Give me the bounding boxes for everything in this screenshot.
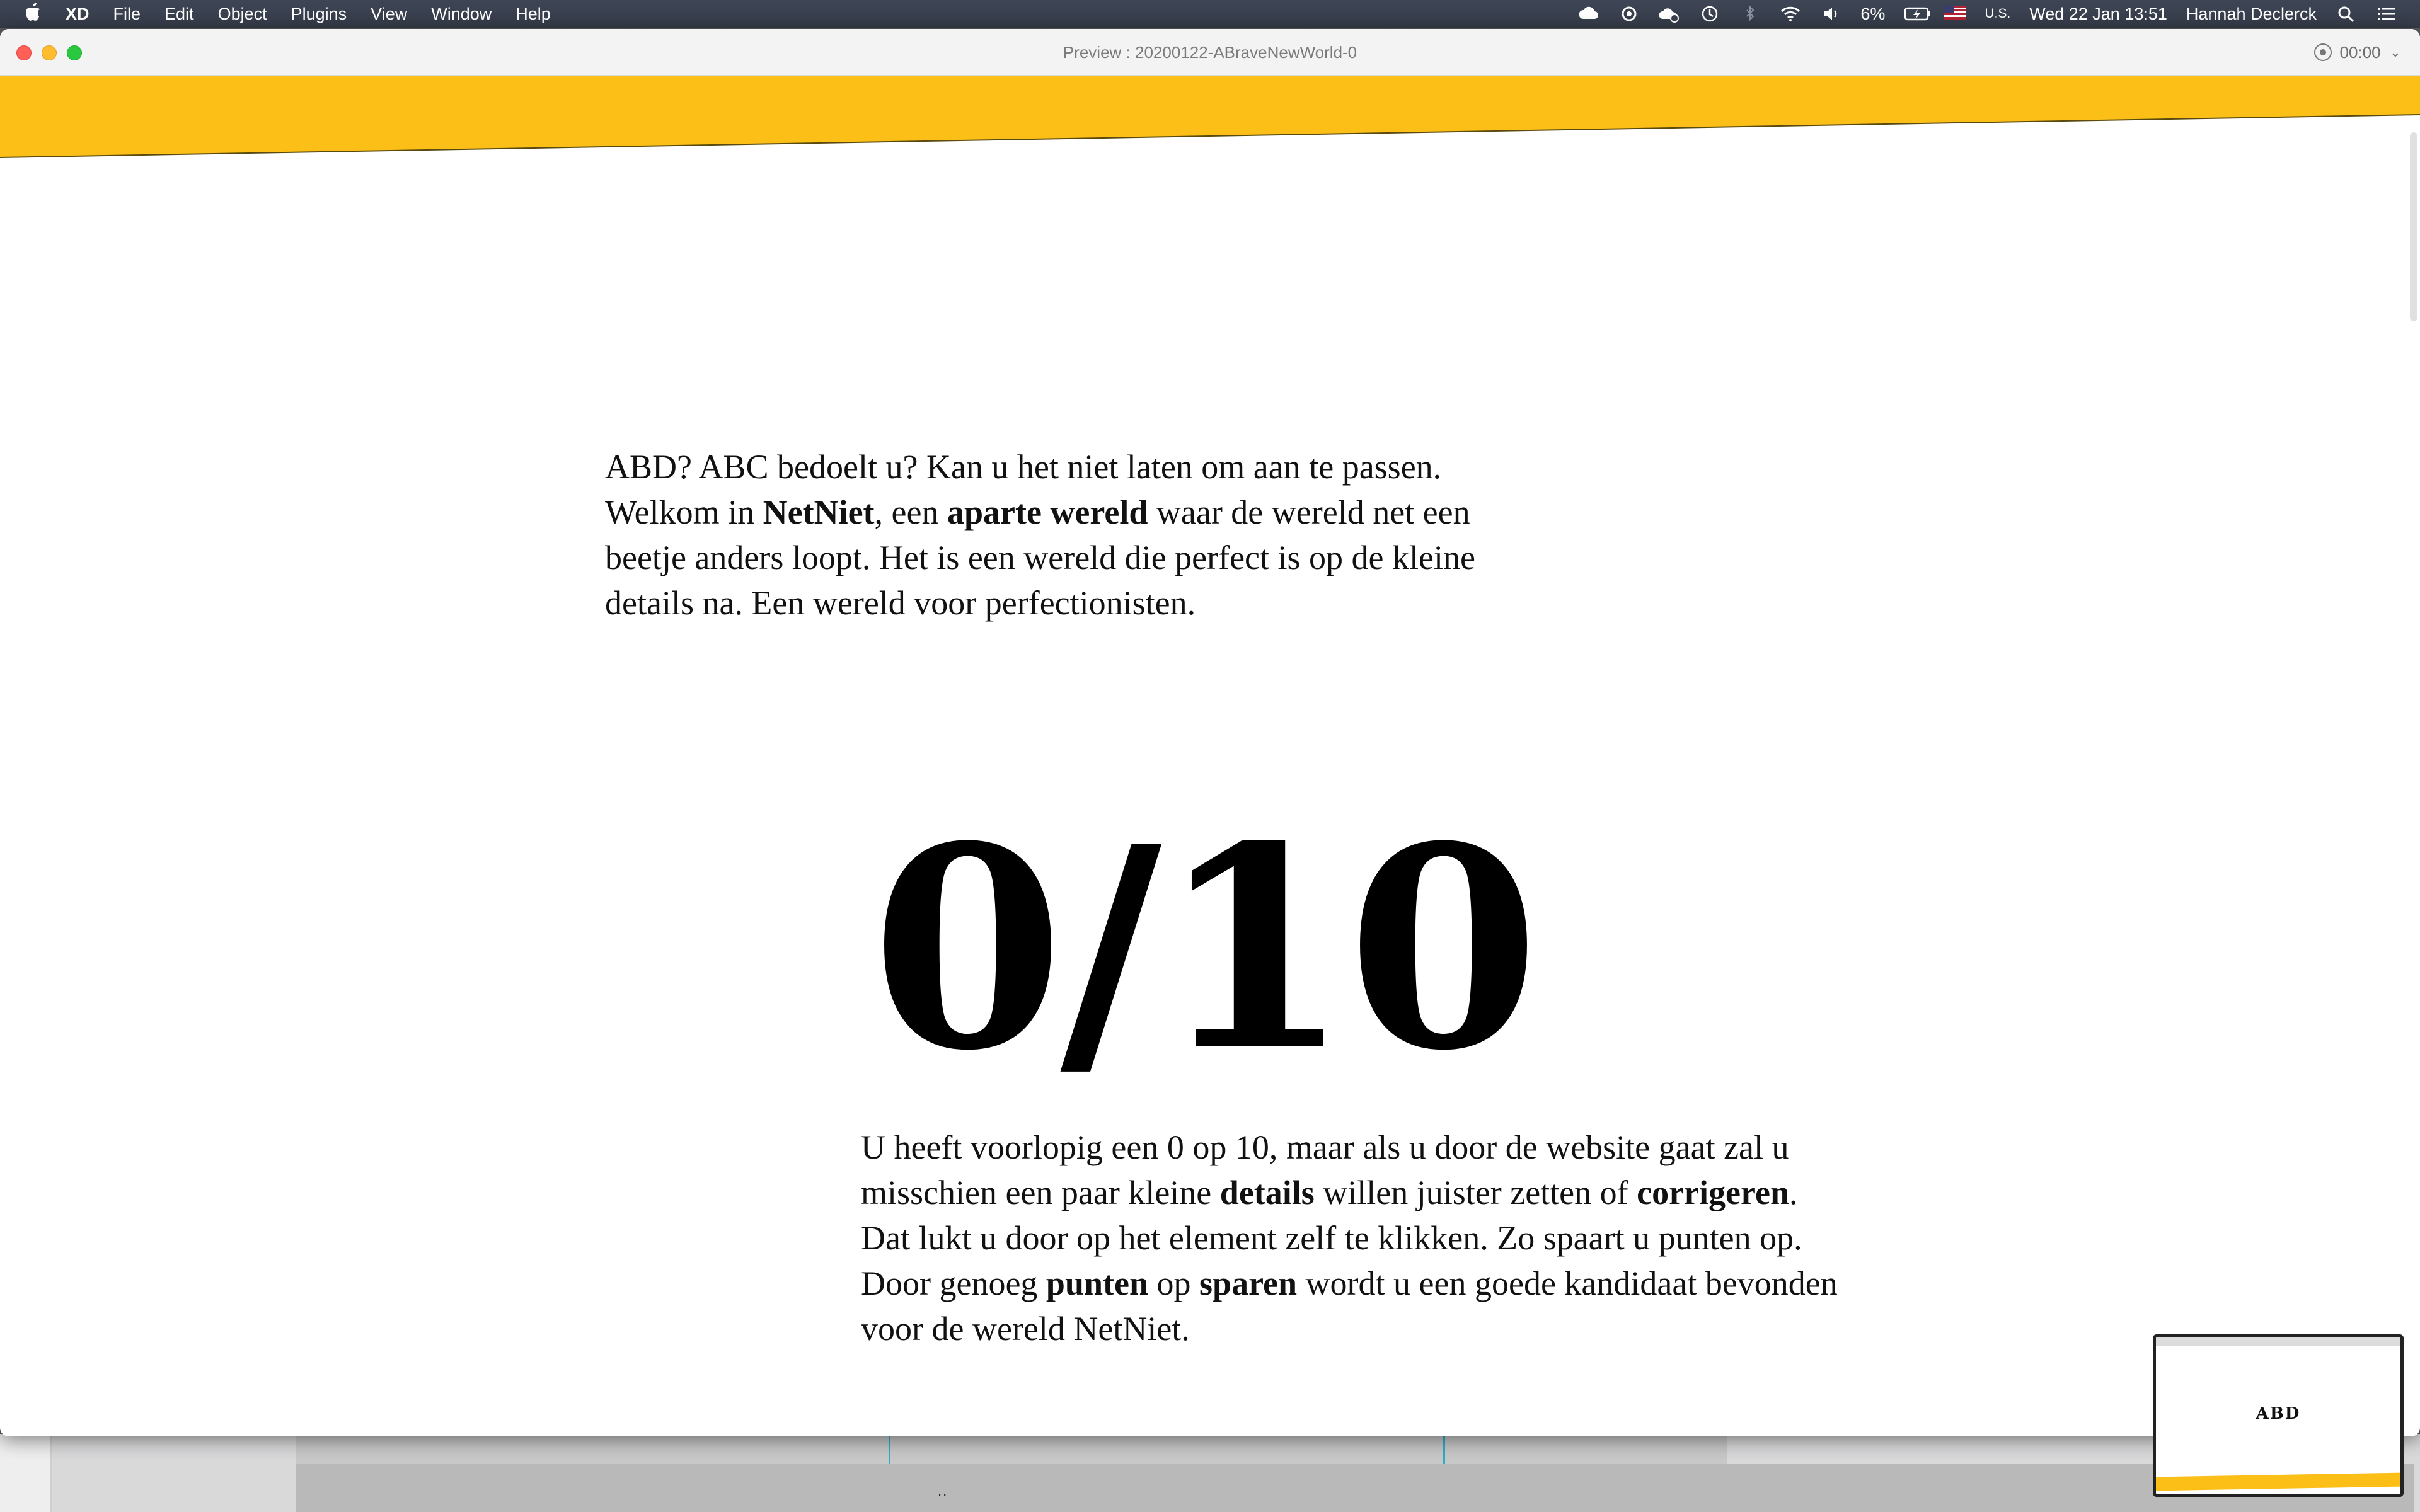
explain-text-4: op [1148,1264,1200,1302]
intro-paragraph[interactable]: ABD? ABC bedoelt u? Kan u het niet laten… [605,444,1538,626]
punten-highlight[interactable]: punten [1046,1264,1148,1302]
chevron-down-icon[interactable]: ⌄ [2390,44,2401,60]
window-title: Preview : 20200122-ABraveNewWorld-0 [1063,43,1357,62]
workspace-canvas-strip [296,1434,1727,1465]
time-machine-icon[interactable] [1699,5,1720,23]
corrigeren-highlight[interactable]: corrigeren [1637,1174,1789,1211]
wifi-icon[interactable] [1780,5,1801,23]
artboard-guide [889,1435,890,1465]
sync-icon[interactable] [1618,5,1640,23]
us-flag-icon[interactable] [1944,4,1966,24]
menu-window[interactable]: Window [431,4,492,24]
score-display: 0/10 [871,785,1540,1111]
preview-thumbnail[interactable]: ABD [2153,1334,2404,1497]
record-control[interactable]: 00:00 ⌄ [2314,29,2401,76]
notification-center-icon[interactable] [2376,5,2397,23]
explain-text-2: willen juister zetten of [1314,1174,1637,1211]
creative-cloud-icon[interactable] [1578,5,1599,23]
thumbnail-titlebar [2156,1337,2400,1346]
menu-app-name[interactable]: XD [66,4,89,24]
menu-file[interactable]: File [113,4,141,24]
yellow-header-banner [0,76,2420,158]
menu-plugins[interactable]: Plugins [291,4,347,24]
menu-help[interactable]: Help [516,4,551,24]
status-dots: .. [938,1483,948,1499]
menu-bar: XD File Edit Object Plugins View Window … [0,0,2420,28]
thumbnail-yellow-band [2156,1472,2400,1491]
clock[interactable]: Wed 22 Jan 13:51 [2029,4,2167,24]
spotlight-search-icon[interactable] [2336,5,2357,23]
vertical-scrollbar[interactable] [2410,132,2417,321]
cloud-status-icon[interactable] [1659,5,1680,23]
apple-icon[interactable] [25,2,42,26]
user-name[interactable]: Hannah Declerck [2186,4,2317,24]
xd-workspace-background [0,1434,2420,1512]
workspace-left-rail [0,1434,52,1512]
explanation-paragraph[interactable]: U heeft voorlopig een 0 op 10, maar als … [861,1125,1844,1351]
sparen-highlight[interactable]: sparen [1199,1264,1297,1302]
input-source-label[interactable]: U.S. [1985,6,2010,21]
aparte-wereld-highlight[interactable]: aparte wereld [947,493,1148,531]
netniet-highlight[interactable]: NetNiet [763,493,875,531]
intro-text-2: , een [874,493,947,531]
prototype-content: ABD? ABC bedoelt u? Kan u het niet laten… [0,76,2420,1436]
record-icon[interactable] [2314,43,2332,61]
menu-edit[interactable]: Edit [164,4,194,24]
volume-icon[interactable] [1820,5,1841,23]
menu-view[interactable]: View [371,4,407,24]
window-titlebar: Preview : 20200122-ABraveNewWorld-0 00:0… [0,29,2420,76]
thumbnail-label: ABD [2256,1404,2301,1423]
artboard-guide [1443,1435,1445,1465]
record-timer: 00:00 [2339,42,2381,62]
bluetooth-icon[interactable] [1739,5,1761,23]
details-highlight[interactable]: details [1220,1174,1315,1211]
battery-charging-icon[interactable] [1904,5,1931,23]
preview-window: Preview : 20200122-ABraveNewWorld-0 00:0… [0,29,2420,1436]
menu-object[interactable]: Object [218,4,267,24]
battery-percentage[interactable]: 6% [1860,4,1885,24]
workspace-bottom [296,1464,2414,1512]
